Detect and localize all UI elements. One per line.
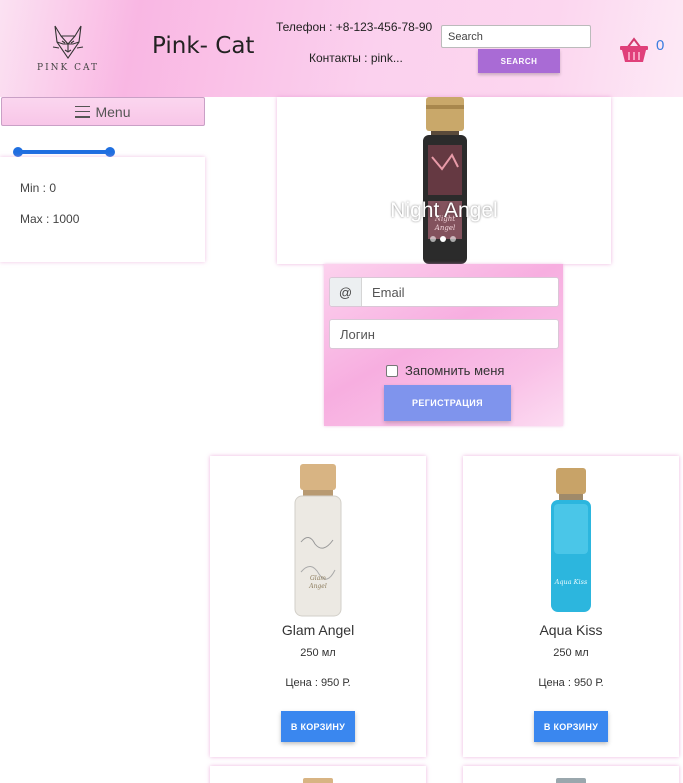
add-to-cart-button[interactable]: В КОРЗИНУ xyxy=(534,711,608,742)
phone-text: Телефон : +8-123-456-78-90 xyxy=(276,20,433,34)
search-button[interactable]: SEARCH xyxy=(478,49,560,73)
svg-text:Angel: Angel xyxy=(434,224,455,232)
at-sign-addon: @ xyxy=(330,278,362,306)
email-field[interactable] xyxy=(362,278,558,306)
registration-form: @ Запомнить меня РЕГИСТРАЦИЯ xyxy=(324,264,563,426)
carousel-indicators xyxy=(430,236,456,242)
search-input[interactable] xyxy=(441,25,591,48)
contacts-text: Контакты : pink... xyxy=(309,51,403,65)
login-field[interactable] xyxy=(329,319,559,349)
logo[interactable]: PINK CAT xyxy=(30,24,106,84)
hamburger-icon xyxy=(75,105,91,118)
email-input-group: @ xyxy=(329,277,559,307)
product-card-partial xyxy=(210,766,426,783)
add-to-cart-button[interactable]: В КОРЗИНУ xyxy=(281,711,355,742)
product-card: Aqua Kiss Aqua Kiss 250 мл Цена : 950 Р.… xyxy=(463,456,679,757)
price-slider-min-handle[interactable] xyxy=(13,147,23,157)
carousel-dot-active[interactable] xyxy=(440,236,446,242)
product-card: Glam Angel Glam Angel 250 мл Цена : 950 … xyxy=(210,456,426,757)
svg-text:Glam: Glam xyxy=(310,575,326,582)
cart-count[interactable]: 0 xyxy=(656,37,664,54)
remember-me[interactable]: Запомнить меня xyxy=(386,363,504,378)
cat-logo-icon xyxy=(52,25,84,59)
price-max-label: Max : 1000 xyxy=(20,212,80,226)
aqua-kiss-bottle-image: Aqua Kiss xyxy=(551,468,591,612)
price-filter-panel: Min : 0 Max : 1000 xyxy=(0,157,205,262)
product-volume: 250 мл xyxy=(553,647,589,659)
price-slider-max-handle[interactable] xyxy=(105,147,115,157)
carousel-dot[interactable] xyxy=(450,236,456,242)
header: PINK CAT Pink- Cat Телефон : +8-123-456-… xyxy=(0,0,683,97)
logo-text: PINK CAT xyxy=(37,63,99,73)
hero-caption: Night Angel xyxy=(390,199,498,222)
register-button[interactable]: РЕГИСТРАЦИЯ xyxy=(384,385,511,421)
menu-button[interactable]: Menu xyxy=(1,97,205,126)
remember-checkbox[interactable] xyxy=(386,364,398,377)
remember-label: Запомнить меня xyxy=(405,363,505,378)
product-name[interactable]: Aqua Kiss xyxy=(463,622,679,638)
svg-text:Angel: Angel xyxy=(308,583,327,590)
brand-title[interactable]: Pink- Cat xyxy=(152,33,254,59)
hero-carousel[interactable]: Night Angel Night Angel xyxy=(277,97,611,264)
bottle-cap-image xyxy=(303,778,333,783)
product-card-partial xyxy=(463,766,679,783)
page: PINK CAT Pink- Cat Телефон : +8-123-456-… xyxy=(0,0,683,783)
product-price: Цена : 950 Р. xyxy=(285,677,351,689)
carousel-dot[interactable] xyxy=(430,236,436,242)
basket-icon[interactable] xyxy=(619,36,649,64)
price-slider-track xyxy=(17,150,111,154)
price-slider[interactable] xyxy=(13,147,115,157)
product-price: Цена : 950 Р. xyxy=(538,677,604,689)
bottle-cap-image xyxy=(556,778,586,783)
product-volume: 250 мл xyxy=(300,647,336,659)
svg-text:Aqua Kiss: Aqua Kiss xyxy=(554,578,588,586)
product-name[interactable]: Glam Angel xyxy=(210,622,426,638)
glam-angel-bottle-image: Glam Angel xyxy=(294,464,342,617)
price-min-label: Min : 0 xyxy=(20,181,57,195)
menu-label: Menu xyxy=(95,103,131,120)
